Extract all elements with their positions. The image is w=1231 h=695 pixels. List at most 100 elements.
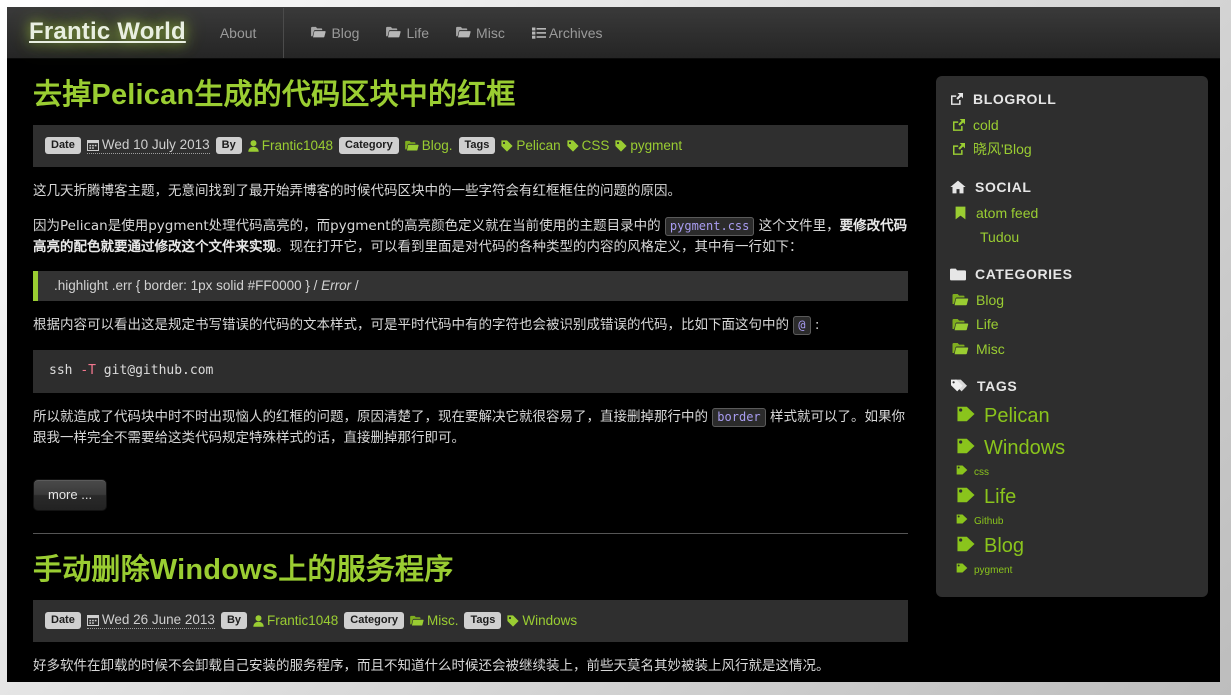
read-more-button[interactable]: more ... <box>33 479 108 512</box>
sidebar-tag-pygment[interactable]: pygment <box>950 562 1194 579</box>
sidebar-tag-label: Windows <box>984 437 1066 460</box>
quote-text: .highlight .err { border: 1px solid #FF0… <box>54 278 318 294</box>
sidebar-item-tudou[interactable]: Tudou <box>950 225 1194 249</box>
article-paragraph: 因为Pelican是使用pygment处理代码高亮的，而pygment的高亮颜色… <box>33 216 908 258</box>
code-argument: git@github.com <box>95 363 214 379</box>
nav-item-blog[interactable]: Blog <box>311 25 359 41</box>
meta-date: Wed 26 June 2013 <box>86 612 215 630</box>
external-link-icon <box>950 92 964 106</box>
meta-category-text: Blog. <box>421 138 453 154</box>
folder-open-icon <box>404 140 419 152</box>
sidebar-item-label: Misc <box>976 340 1005 357</box>
window-frame: Frantic World About Blog Life Misc Archi… <box>0 0 1231 695</box>
nav-item-about[interactable]: About <box>220 25 257 41</box>
nav-blog-label: Blog <box>331 24 360 41</box>
meta-author[interactable]: Frantic1048 <box>253 613 338 628</box>
nav-item-archives[interactable]: Archives <box>531 25 603 41</box>
meta-category[interactable]: Misc. <box>410 613 458 628</box>
sidebar-item-category-misc[interactable]: Misc <box>950 337 1194 361</box>
article-paragraph: 所以就造成了代码块中时不时出现恼人的红框的问题，原因清楚了，现在要解决它就很容易… <box>33 407 908 449</box>
article-title[interactable]: 去掉Pelican生成的代码区块中的红框 <box>33 77 910 115</box>
folder-open-icon <box>456 26 471 39</box>
sidebar-tag-windows[interactable]: Windows <box>950 432 1194 464</box>
sidebar-tag-label: css <box>974 467 989 479</box>
sidebar-tag-label: Github <box>974 516 1004 528</box>
sidebar-tag-label: Blog <box>984 535 1025 558</box>
folder-open-icon <box>952 342 969 356</box>
meta-tag[interactable]: CSS <box>567 138 610 154</box>
meta-author[interactable]: Frantic1048 <box>248 138 333 153</box>
sidebar-item-label: Life <box>976 316 999 333</box>
article-divider <box>33 533 908 535</box>
meta-tag[interactable]: Windows <box>507 613 577 628</box>
external-link-icon <box>952 118 966 132</box>
sidebar-item-atom-feed[interactable]: atom feed <box>950 201 1194 225</box>
meta-label-date: Date <box>45 612 81 630</box>
tags-icon <box>950 379 968 393</box>
article-meta: Date Wed 10 July 2013 By Frantic1048 Cat… <box>33 124 908 167</box>
para-text: 。现在打开它，可以看到里面是对代码的各种类型的内容的风格定义，其中有一行如下： <box>276 238 803 255</box>
meta-date: Wed 10 July 2013 <box>86 137 210 155</box>
quote-block: .highlight .err { border: 1px solid #FF0… <box>33 271 908 302</box>
sidebar-heading-social: Social <box>950 179 1194 195</box>
nav-item-life[interactable]: Life <box>386 25 429 41</box>
folder-open-icon <box>386 26 402 39</box>
list-icon <box>531 27 546 39</box>
article-paragraph: 这几天折腾博客主题，无意间找到了最开始弄博客的时候代码区块中的一些字符会有红框框… <box>33 182 681 199</box>
tag-icon <box>956 563 968 573</box>
calendar-icon <box>86 139 99 151</box>
sidebar-tag-life[interactable]: Life <box>950 481 1194 513</box>
page-root: Frantic World About Blog Life Misc Archi… <box>7 7 1220 682</box>
sidebar-item-category-blog[interactable]: Blog <box>950 288 1194 312</box>
article-title[interactable]: 手动删除Windows上的服务程序 <box>33 552 910 590</box>
inline-code: border <box>712 408 766 428</box>
meta-date-text: Wed 10 July 2013 <box>101 137 210 153</box>
user-icon <box>253 614 264 627</box>
nav-divider <box>283 7 285 58</box>
sidebar-heading-blogroll: Blogroll <box>950 91 1194 107</box>
sidebar-item-xiaofeng-blog[interactable]: 晓风'Blog <box>950 137 1194 161</box>
meta-tag-text: CSS <box>581 138 610 154</box>
nav-about-label: About <box>219 24 257 41</box>
sidebar-tag-label: Life <box>984 486 1017 509</box>
sidebar-heading-text: Categories <box>975 266 1073 283</box>
content-area: 去掉Pelican生成的代码区块中的红框 Date Wed 10 July 20… <box>7 59 1220 682</box>
sidebar-tag-github[interactable]: Github <box>950 513 1194 530</box>
quote-emphasis: Error <box>317 278 355 294</box>
meta-label-category: Category <box>339 137 399 155</box>
sidebar-item-label: atom feed <box>976 204 1039 221</box>
sidebar-item-label: Blog <box>976 292 1005 309</box>
sidebar-item-cold[interactable]: cold <box>950 113 1194 137</box>
site-brand[interactable]: Frantic World <box>25 14 194 52</box>
tag-icon <box>956 406 976 422</box>
meta-tag[interactable]: pygment <box>615 138 682 153</box>
sidebar-heading-text: Blogroll <box>973 91 1057 107</box>
article-meta: Date Wed 26 June 2013 By Frantic1048 Cat… <box>33 599 908 642</box>
meta-tag-text: Pelican <box>516 138 561 154</box>
meta-tag-text: pygment <box>630 138 683 154</box>
meta-tag[interactable]: Pelican <box>501 138 561 154</box>
top-navbar: Frantic World About Blog Life Misc Archi… <box>7 7 1220 59</box>
folder-open-icon <box>410 615 424 627</box>
home-icon <box>950 180 966 194</box>
sidebar-tag-blog[interactable]: Blog <box>950 530 1194 562</box>
para-text: 根据内容可以看出这是规定书写错误的代码的文本样式，可是平时代码中有的字符也会被识… <box>33 317 794 334</box>
para-text: : <box>810 317 820 334</box>
tag-icon <box>567 140 579 152</box>
article: 去掉Pelican生成的代码区块中的红框 Date Wed 10 July 20… <box>33 77 910 535</box>
nav-misc-label: Misc <box>476 24 505 41</box>
external-link-icon <box>952 142 966 156</box>
nav-menu: Blog Life Misc Archives <box>311 25 603 41</box>
meta-category[interactable]: Blog. <box>404 138 453 154</box>
tag-icon <box>956 465 968 475</box>
meta-label-category: Category <box>344 612 404 630</box>
quote-tail: / <box>354 278 359 294</box>
sidebar-item-category-life[interactable]: Life <box>950 312 1194 336</box>
sidebar-tag-css[interactable]: css <box>950 464 1194 481</box>
meta-label-tags: Tags <box>458 137 496 155</box>
folder-icon <box>950 268 966 281</box>
nav-item-misc[interactable]: Misc <box>456 25 505 41</box>
tag-icon <box>501 140 513 152</box>
sidebar-tag-pelican[interactable]: Pelican <box>950 400 1194 432</box>
sidebar-column: Blogroll cold 晓风'Blog <box>910 59 1220 598</box>
